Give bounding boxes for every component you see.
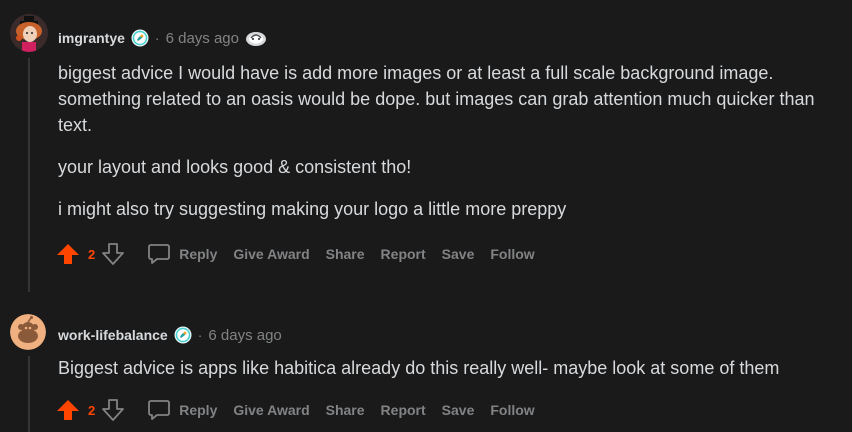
separator-dot: · — [197, 327, 203, 343]
comment-body: Biggest advice is apps like habitica alr… — [58, 355, 848, 381]
comment-actions: 2 Reply Give Award Share Report Save Fol… — [56, 241, 535, 267]
award-icon[interactable] — [245, 29, 267, 47]
follow-button[interactable]: Follow — [490, 246, 534, 262]
downvote-button[interactable] — [101, 242, 125, 266]
comment-paragraph: biggest advice I would have is add more … — [58, 63, 815, 135]
downvote-button[interactable] — [101, 398, 125, 422]
comment-body: biggest advice I would have is add more … — [58, 60, 848, 222]
give-award-button[interactable]: Give Award — [233, 246, 309, 262]
comment-paragraph: Biggest advice is apps like habitica alr… — [58, 358, 780, 378]
username[interactable]: work-lifebalance — [58, 327, 168, 343]
share-button[interactable]: Share — [326, 246, 365, 262]
upvote-arrow-icon — [57, 244, 79, 264]
reply-button[interactable]: Reply — [147, 242, 217, 266]
upvote-button[interactable] — [56, 398, 80, 422]
give-award-button[interactable]: Give Award — [233, 402, 309, 418]
comment-paragraph: i might also try suggesting making your … — [58, 199, 567, 219]
separator-dot: · — [154, 30, 160, 46]
report-button[interactable]: Report — [381, 246, 426, 262]
comment-bubble-icon — [148, 400, 171, 420]
vote-score: 2 — [88, 246, 96, 262]
save-button[interactable]: Save — [442, 402, 475, 418]
timestamp[interactable]: 6 days ago — [208, 327, 281, 344]
user-avatar-character-icon[interactable] — [10, 14, 48, 52]
downvote-arrow-icon — [102, 399, 125, 421]
vote-score: 2 — [88, 402, 96, 418]
flair-badge-icon[interactable] — [174, 326, 192, 344]
share-button[interactable]: Share — [326, 402, 365, 418]
thread-line[interactable] — [28, 356, 30, 432]
reply-button[interactable]: Reply — [147, 398, 217, 422]
default-snoo-avatar-icon[interactable] — [10, 314, 46, 350]
follow-button[interactable]: Follow — [490, 402, 534, 418]
downvote-arrow-icon — [102, 243, 125, 265]
reply-label: Reply — [179, 246, 218, 262]
report-button[interactable]: Report — [381, 402, 426, 418]
upvote-arrow-icon — [57, 400, 79, 420]
comment-actions: 2 Reply Give Award Share Report Save Fol… — [56, 397, 535, 423]
comment-meta: work-lifebalance · 6 days ago — [58, 325, 282, 345]
thread-line[interactable] — [28, 58, 30, 292]
save-button[interactable]: Save — [442, 246, 475, 262]
comment-paragraph: your layout and looks good & consistent … — [58, 157, 412, 177]
comment-meta: imgrantye · 6 days ago — [58, 28, 267, 48]
upvote-button[interactable] — [56, 242, 80, 266]
comment-bubble-icon — [148, 244, 171, 264]
username[interactable]: imgrantye — [58, 30, 125, 46]
timestamp[interactable]: 6 days ago — [166, 30, 239, 47]
flair-badge-icon[interactable] — [131, 29, 149, 47]
reply-label: Reply — [179, 402, 218, 418]
